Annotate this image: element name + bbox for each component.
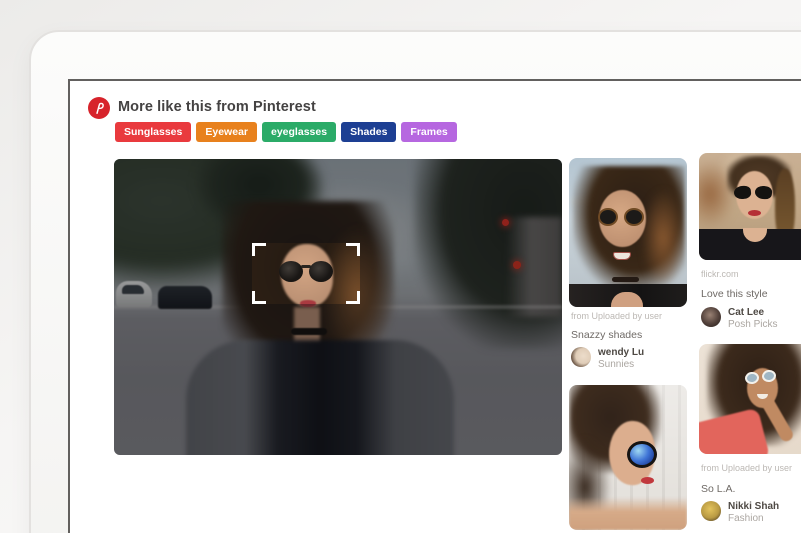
pin-source: from Uploaded by user — [701, 463, 793, 473]
traffic-light — [502, 219, 509, 226]
avatar[interactable] — [701, 307, 721, 327]
tag-sunglasses[interactable]: Sunglasses — [115, 122, 192, 142]
query-image — [114, 159, 562, 455]
photo-shoulders — [569, 497, 687, 530]
sunglass-lens — [624, 208, 644, 226]
tag-shades[interactable]: Shades — [341, 122, 397, 142]
selection-corner-top-left[interactable] — [252, 243, 266, 256]
pin-image-blue-sunglasses[interactable] — [569, 385, 687, 530]
photo-dark-car — [158, 286, 212, 309]
board-name[interactable]: Posh Picks — [728, 319, 777, 331]
pin-user-row[interactable]: wendy Lu Sunnies — [571, 347, 644, 371]
pin-image-so-la[interactable] — [699, 344, 801, 454]
user-name[interactable]: Nikki Shah — [728, 501, 779, 513]
photo-white-car — [116, 281, 152, 307]
pin-source[interactable]: flickr.com — [701, 269, 739, 279]
pinterest-logo-icon — [88, 97, 110, 119]
tag-frames[interactable]: Frames — [401, 122, 457, 142]
tag-row: Sunglasses Eyewear eyeglasses Shades Fra… — [115, 122, 457, 142]
selection-corner-bottom-left[interactable] — [252, 291, 266, 304]
page-background: More like this from Pinterest Sunglasses… — [0, 0, 801, 533]
pin-caption: Snazzy shades — [571, 329, 643, 341]
pin-source: from Uploaded by user — [571, 311, 663, 321]
pin-caption: So L.A. — [701, 483, 736, 495]
pin-image-love-this-style[interactable] — [699, 153, 801, 260]
photo-hair-highlight — [641, 188, 685, 288]
selection-corner-bottom-right[interactable] — [346, 291, 360, 304]
sunglass-lens — [598, 208, 618, 226]
pin-user-row[interactable]: Cat Lee Posh Picks — [701, 307, 777, 331]
visual-search-selection-box[interactable] — [252, 243, 360, 304]
photo-choker — [291, 328, 327, 335]
board-name[interactable]: Fashion — [728, 513, 779, 525]
tag-eyeglasses[interactable]: eyeglasses — [262, 122, 337, 142]
photo-woman-body — [186, 340, 454, 455]
photo-choker — [612, 277, 639, 282]
tag-eyewear[interactable]: Eyewear — [196, 122, 257, 142]
pin-caption: Love this style — [701, 288, 768, 300]
sunglass-lens — [627, 441, 657, 468]
avatar[interactable] — [701, 501, 721, 521]
photo-lips — [748, 210, 761, 216]
pinterest-panel: More like this from Pinterest Sunglasses… — [68, 79, 801, 533]
user-name[interactable]: Cat Lee — [728, 307, 777, 319]
pin-user-row[interactable]: Nikki Shah Fashion — [701, 501, 779, 525]
user-name[interactable]: wendy Lu — [598, 347, 644, 359]
avatar[interactable] — [571, 347, 591, 367]
page-title: More like this from Pinterest — [118, 99, 316, 115]
pin-image-snazzy-shades[interactable] — [569, 158, 687, 307]
photo-smile — [613, 252, 631, 260]
traffic-light — [513, 261, 521, 269]
selection-corner-top-right[interactable] — [346, 243, 360, 256]
board-name[interactable]: Sunnies — [598, 359, 644, 371]
photo-lips — [641, 477, 654, 484]
